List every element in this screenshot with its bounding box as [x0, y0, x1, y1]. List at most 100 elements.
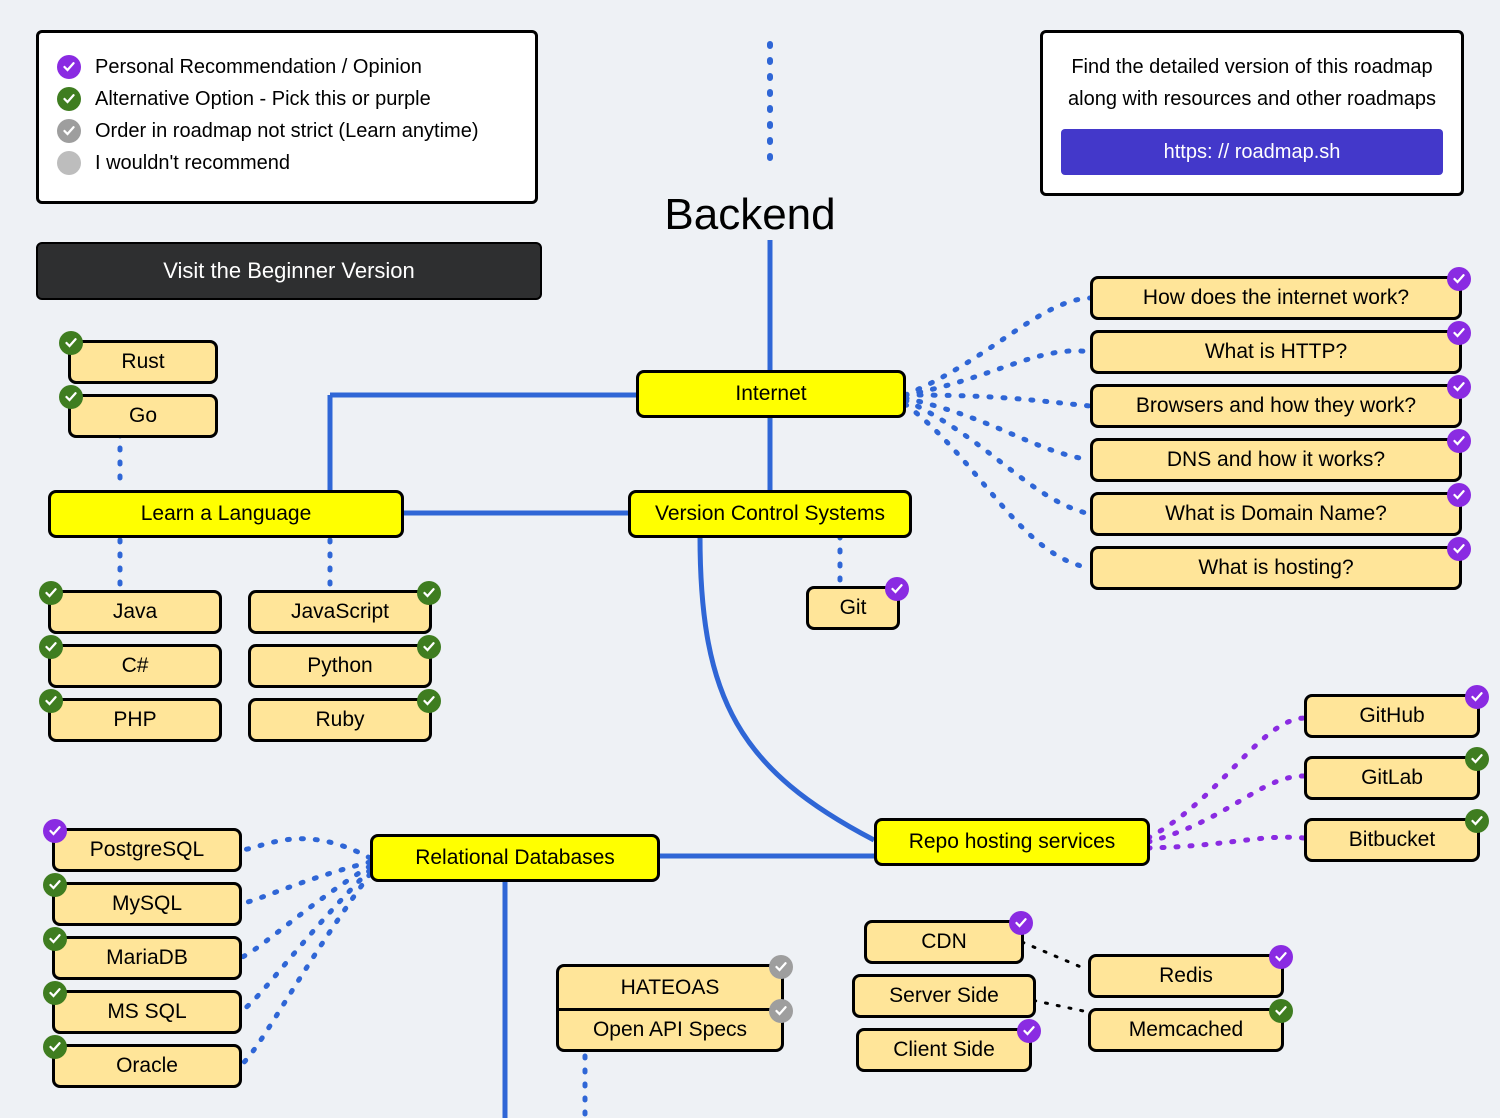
node-mssql[interactable]: MS SQL — [52, 990, 242, 1034]
node-domain-name[interactable]: What is Domain Name? — [1090, 492, 1462, 536]
check-icon — [57, 87, 81, 111]
page-title: Backend — [0, 190, 1500, 240]
legend-label: I wouldn't recommend — [95, 152, 290, 175]
badge-purple-icon — [1447, 537, 1471, 561]
node-github[interactable]: GitHub — [1304, 694, 1480, 738]
node-label: Java — [113, 600, 157, 624]
badge-purple-icon — [1017, 1019, 1041, 1043]
badge-grey-icon — [769, 999, 793, 1023]
legend-item: Personal Recommendation / Opinion — [57, 55, 517, 79]
node-label: DNS and how it works? — [1167, 448, 1385, 472]
node-cdn[interactable]: CDN — [864, 920, 1024, 964]
legend-box: Personal Recommendation / Opinion Altern… — [36, 30, 538, 204]
node-label: GitHub — [1359, 704, 1424, 728]
badge-green-icon — [1465, 747, 1489, 771]
badge-purple-icon — [1269, 945, 1293, 969]
badge-green-icon — [1465, 809, 1489, 833]
node-mariadb[interactable]: MariaDB — [52, 936, 242, 980]
node-label: MS SQL — [107, 1000, 186, 1024]
legend-item: Alternative Option - Pick this or purple — [57, 87, 517, 111]
badge-green-icon — [59, 331, 83, 355]
node-client-side[interactable]: Client Side — [856, 1028, 1032, 1072]
badge-purple-icon — [1447, 429, 1471, 453]
node-php[interactable]: PHP — [48, 698, 222, 742]
badge-purple-icon — [1009, 911, 1033, 935]
node-rust[interactable]: Rust — [68, 340, 218, 384]
badge-purple-icon — [1447, 321, 1471, 345]
badge-grey-icon — [769, 955, 793, 979]
node-label: Browsers and how they work? — [1136, 394, 1416, 418]
node-memcached[interactable]: Memcached — [1088, 1008, 1284, 1052]
node-openapi[interactable]: Open API Specs — [556, 1008, 784, 1052]
badge-green-icon — [39, 581, 63, 605]
promo-text: Find the detailed version of this roadma… — [1061, 51, 1443, 115]
node-label: Redis — [1159, 964, 1213, 988]
node-ruby[interactable]: Ruby — [248, 698, 432, 742]
node-label: What is hosting? — [1198, 556, 1353, 580]
node-relational-db[interactable]: Relational Databases — [370, 834, 660, 882]
node-label: Client Side — [893, 1038, 995, 1062]
badge-purple-icon — [43, 819, 67, 843]
check-icon — [57, 55, 81, 79]
badge-green-icon — [417, 635, 441, 659]
node-dns[interactable]: DNS and how it works? — [1090, 438, 1462, 482]
badge-green-icon — [43, 927, 67, 951]
node-label: Internet — [735, 382, 806, 406]
node-browsers[interactable]: Browsers and how they work? — [1090, 384, 1462, 428]
promo-box: Find the detailed version of this roadma… — [1040, 30, 1464, 196]
node-hateoas[interactable]: HATEOAS — [556, 964, 784, 1008]
node-what-http[interactable]: What is HTTP? — [1090, 330, 1462, 374]
node-server-side[interactable]: Server Side — [852, 974, 1036, 1018]
node-javascript[interactable]: JavaScript — [248, 590, 432, 634]
node-oracle[interactable]: Oracle — [52, 1044, 242, 1088]
node-learn-language[interactable]: Learn a Language — [48, 490, 404, 538]
badge-green-icon — [39, 689, 63, 713]
node-hosting[interactable]: What is hosting? — [1090, 546, 1462, 590]
node-label: Bitbucket — [1349, 828, 1435, 852]
node-label: HATEOAS — [621, 976, 720, 1000]
node-bitbucket[interactable]: Bitbucket — [1304, 818, 1480, 862]
node-label: Relational Databases — [415, 846, 615, 870]
check-icon — [57, 119, 81, 143]
node-csharp[interactable]: C# — [48, 644, 222, 688]
node-label: Rust — [121, 350, 164, 374]
node-label: MySQL — [112, 892, 182, 916]
node-label: What is Domain Name? — [1165, 502, 1387, 526]
node-label: Open API Specs — [593, 1018, 747, 1042]
node-java[interactable]: Java — [48, 590, 222, 634]
node-label: PostgreSQL — [90, 838, 204, 862]
node-label: How does the internet work? — [1143, 286, 1409, 310]
legend-label: Order in roadmap not strict (Learn anyti… — [95, 120, 479, 143]
node-label: Learn a Language — [141, 502, 312, 526]
badge-purple-icon — [1447, 375, 1471, 399]
node-mysql[interactable]: MySQL — [52, 882, 242, 926]
node-label: Ruby — [315, 708, 364, 732]
visit-beginner-button[interactable]: Visit the Beginner Version — [36, 242, 542, 300]
node-internet[interactable]: Internet — [636, 370, 906, 418]
badge-purple-icon — [885, 577, 909, 601]
node-go[interactable]: Go — [68, 394, 218, 438]
roadmap-link-button[interactable]: https: // roadmap.sh — [1061, 129, 1443, 175]
node-redis[interactable]: Redis — [1088, 954, 1284, 998]
node-label: Repo hosting services — [909, 830, 1116, 854]
node-label: Memcached — [1129, 1018, 1243, 1042]
node-how-internet[interactable]: How does the internet work? — [1090, 276, 1462, 320]
legend-item: Order in roadmap not strict (Learn anyti… — [57, 119, 517, 143]
node-postgres[interactable]: PostgreSQL — [52, 828, 242, 872]
badge-green-icon — [1269, 999, 1293, 1023]
node-git[interactable]: Git — [806, 586, 900, 630]
node-repo-hosting[interactable]: Repo hosting services — [874, 818, 1150, 866]
badge-purple-icon — [1447, 483, 1471, 507]
node-label: Git — [840, 596, 867, 620]
legend-label: Personal Recommendation / Opinion — [95, 56, 422, 79]
node-gitlab[interactable]: GitLab — [1304, 756, 1480, 800]
button-label: Visit the Beginner Version — [163, 258, 415, 284]
badge-green-icon — [39, 635, 63, 659]
node-python[interactable]: Python — [248, 644, 432, 688]
node-label: Server Side — [889, 984, 999, 1008]
node-label: MariaDB — [106, 946, 188, 970]
badge-purple-icon — [1447, 267, 1471, 291]
node-vcs[interactable]: Version Control Systems — [628, 490, 912, 538]
legend-label: Alternative Option - Pick this or purple — [95, 88, 431, 111]
node-label: Oracle — [116, 1054, 178, 1078]
